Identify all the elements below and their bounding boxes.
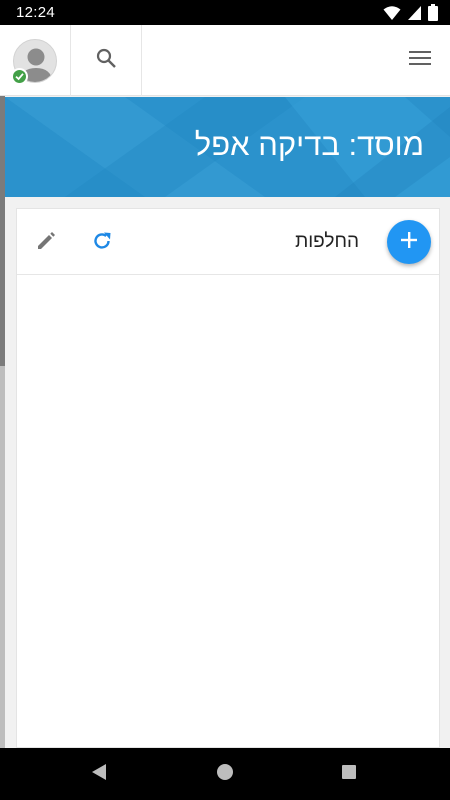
search-button[interactable]	[71, 25, 142, 96]
institution-banner: מוסד: בדיקה אפל	[5, 97, 450, 197]
status-time: 12:24	[16, 4, 56, 21]
app-header	[0, 25, 450, 96]
status-bar: 12:24	[0, 0, 450, 25]
avatar	[11, 38, 57, 85]
cellular-icon	[407, 5, 422, 26]
menu-icon	[409, 50, 431, 71]
menu-button[interactable]	[390, 25, 450, 96]
wifi-icon	[383, 5, 401, 26]
edit-button[interactable]	[31, 228, 61, 258]
home-button[interactable]	[213, 762, 237, 786]
edit-icon	[35, 230, 57, 257]
card-header: החלפות	[17, 209, 439, 275]
recents-icon	[341, 764, 357, 785]
add-icon	[400, 231, 418, 254]
system-nav-bar	[0, 748, 450, 800]
add-button[interactable]	[387, 220, 431, 264]
back-icon	[91, 763, 107, 786]
refresh-icon	[91, 230, 113, 257]
battery-icon	[428, 4, 438, 26]
back-button[interactable]	[87, 762, 111, 786]
refresh-button[interactable]	[87, 228, 117, 258]
card-content-area	[17, 276, 439, 747]
banner-title: מוסד: בדיקה אפל	[194, 127, 424, 162]
status-icons	[383, 4, 438, 26]
online-status-badge	[11, 67, 28, 85]
recents-button[interactable]	[337, 762, 361, 786]
card-title: החלפות	[295, 231, 359, 252]
profile-button[interactable]	[0, 25, 71, 96]
home-icon	[216, 763, 234, 786]
shifts-card: החלפות	[16, 208, 440, 748]
search-icon	[95, 47, 117, 74]
